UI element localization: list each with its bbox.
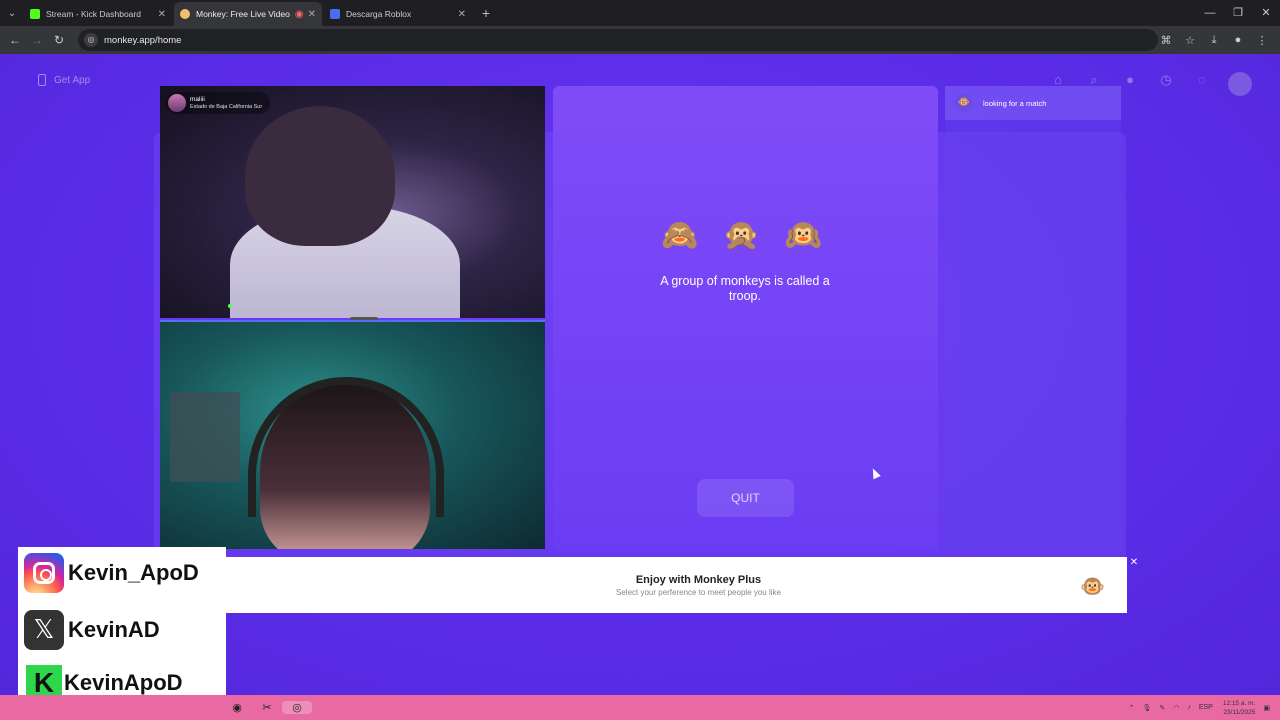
history-icon[interactable]: ◷ (1148, 72, 1184, 96)
minimize-icon[interactable]: — (1196, 0, 1224, 26)
peer-badge[interactable]: maliii Estado de Baja California Sur (166, 92, 271, 114)
indicator-light (228, 304, 232, 308)
tab-close-icon[interactable]: ✕ (308, 9, 316, 20)
peer-name: maliii (190, 96, 205, 104)
instagram-handle-row: Kevin_ApoD (24, 553, 199, 593)
kick-handle: KevinApoD (64, 670, 183, 695)
kick-favicon-icon (30, 9, 40, 19)
user-avatar[interactable] (1228, 72, 1252, 96)
x-handle-row: 𝕏 KevinAD (24, 610, 160, 650)
forward-icon[interactable]: → (26, 33, 48, 47)
x-handle: KevinAD (68, 617, 160, 642)
notification-icon[interactable]: ▣ (1263, 704, 1270, 712)
pen-icon[interactable]: ✎ (1159, 704, 1165, 712)
social-overlay: Kevin_ApoD 𝕏 KevinAD K KevinApoD (18, 547, 226, 707)
monkey-emojis: 🙈 🙊 🙉 (661, 219, 830, 252)
chrome-app-icon[interactable]: ◎ (282, 701, 312, 714)
tab-close-icon[interactable]: ✕ (458, 9, 466, 20)
headset (248, 377, 444, 517)
close-window-icon[interactable]: ✕ (1252, 0, 1280, 26)
x-icon: 𝕏 (24, 610, 64, 650)
monkey-plus-banner[interactable]: Enjoy with Monkey Plus Select your perfe… (210, 557, 1127, 613)
translate-icon[interactable]: ⌘ (1154, 34, 1178, 47)
peer-avatar (168, 94, 186, 112)
download-icon[interactable]: ⤓ (1202, 34, 1226, 47)
site-info-icon[interactable]: ◎ (84, 33, 98, 47)
maximize-icon[interactable]: ❐ (1224, 0, 1252, 26)
phone-icon (38, 74, 46, 86)
video-subject-head (245, 106, 395, 246)
chat-icon[interactable]: ◌ (1184, 72, 1220, 96)
window-controls: — ❐ ✕ (1196, 0, 1280, 26)
waiting-card: 🙈 🙊 🙉 A group of monkeys is called a tro… (553, 86, 938, 551)
background-poster (170, 392, 240, 482)
roblox-favicon-icon (330, 9, 340, 19)
chat-panel: 🐵 looking for a match (945, 86, 1121, 551)
wifi-icon[interactable]: ◠ (1173, 704, 1179, 712)
new-tab-button[interactable]: + (474, 2, 498, 26)
url-text: monkey.app/home (104, 34, 182, 46)
instagram-icon (24, 553, 64, 593)
fun-fact-text: A group of monkeys is called a troop. (660, 274, 830, 303)
volume-icon[interactable]: ♪ (1187, 704, 1191, 711)
quit-button[interactable]: QUIT (697, 479, 794, 517)
tray-chevron-icon[interactable]: ⌃ (1129, 704, 1135, 712)
menu-kebab-icon[interactable]: ⋮ (1250, 34, 1274, 47)
back-icon[interactable]: ← (4, 33, 26, 47)
taskbar-apps: ◉ ✂ ◎ (222, 695, 312, 720)
get-app-link[interactable]: Get App (38, 74, 90, 86)
promo-title: Enjoy with Monkey Plus (635, 573, 762, 586)
monkey-icon: 🐵 (1080, 576, 1105, 598)
clock-time: 12:15 a. m. (1222, 699, 1256, 707)
taskbar: ◉ ✂ ◎ ⌃ 🎙 ✎ ◠ ♪ ESP 12:15 a. m. 23/11/20… (0, 695, 1280, 720)
tab-monkey[interactable]: Monkey: Free Live Video Ch ◉ ✕ (174, 2, 322, 26)
tab-descarga-roblox[interactable]: Descarga Roblox ✕ (324, 2, 472, 26)
language-indicator[interactable]: ESP (1199, 704, 1213, 711)
match-status-text: looking for a match (983, 98, 1047, 108)
bookmark-star-icon[interactable]: ☆ (1178, 34, 1202, 47)
obs-app-icon[interactable]: ◉ (222, 701, 252, 714)
tab-close-icon[interactable]: ✕ (158, 9, 166, 20)
tab-title: Descarga Roblox (346, 9, 412, 19)
browser-tab-strip: ⌄ Stream - Kick Dashboard ✕ Monkey: Free… (0, 0, 1280, 26)
tab-search-icon[interactable]: ⌄ (0, 0, 24, 26)
remote-video: maliii Estado de Baja California Sur (160, 86, 545, 318)
monkey-icon: 🐵 (955, 94, 973, 112)
tab-title: Monkey: Free Live Video Ch (196, 9, 291, 19)
system-tray: ⌃ 🎙 ✎ ◠ ♪ ESP 12:15 a. m. 23/11/2025 ▣ (1121, 695, 1270, 720)
mic-icon[interactable]: 🎙 (1142, 704, 1151, 712)
promo-subtitle: Select your perference to meet people yo… (616, 587, 781, 597)
instagram-handle: Kevin_ApoD (68, 560, 199, 585)
monkey-favicon-icon (180, 9, 190, 19)
address-bar: ← → ↻ ◎ monkey.app/home ⌘ ☆ ⤓ ● ⋮ (0, 26, 1280, 54)
recording-icon: ◉ (294, 8, 304, 20)
clock-date: 23/11/2025 (1223, 708, 1256, 716)
tab-kick-dashboard[interactable]: Stream - Kick Dashboard ✕ (24, 2, 172, 26)
profile-icon[interactable]: ● (1226, 34, 1250, 46)
match-status: 🐵 looking for a match (945, 86, 1121, 120)
close-icon[interactable]: ✕ (1128, 557, 1140, 569)
tab-title: Stream - Kick Dashboard (46, 9, 141, 19)
reload-icon[interactable]: ↻ (48, 33, 70, 47)
peer-location: Estado de Baja California Sur (190, 103, 263, 110)
capcut-app-icon[interactable]: ✂ (252, 701, 282, 714)
local-video (160, 320, 545, 549)
clock[interactable]: 12:15 a. m. 23/11/2025 (1223, 699, 1256, 717)
url-input[interactable]: ◎ monkey.app/home (78, 29, 1158, 51)
get-app-label: Get App (54, 74, 91, 86)
